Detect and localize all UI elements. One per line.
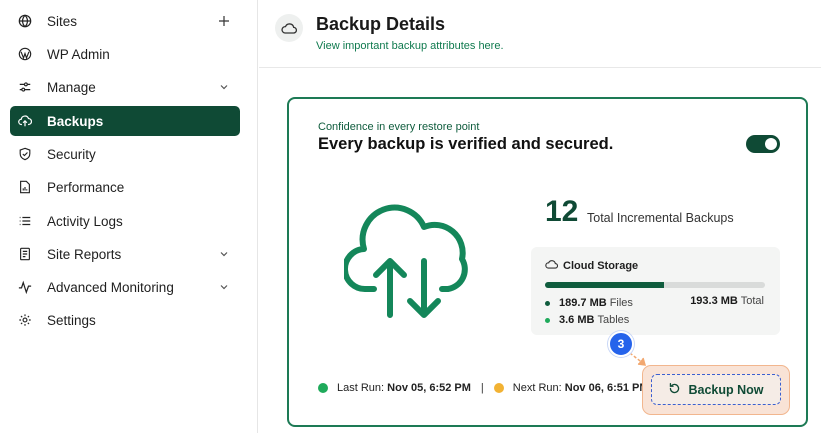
- sidebar-item-wp-admin[interactable]: WP Admin: [10, 39, 240, 69]
- storage-usage-fill: [545, 282, 664, 288]
- report-icon: [17, 246, 33, 262]
- sidebar-item-settings[interactable]: Settings: [10, 305, 240, 335]
- files-value: 189.7 MB: [559, 297, 607, 309]
- sidebar-item-label: Backups: [47, 113, 104, 129]
- files-dot: [545, 300, 550, 306]
- tables-row: 3.6 MB Tables: [545, 314, 629, 326]
- total-label: Total: [740, 295, 764, 307]
- shield-icon: [17, 146, 33, 162]
- verification-toggle[interactable]: [746, 135, 780, 153]
- backup-now-label: Backup Now: [688, 382, 764, 397]
- wordpress-icon: [17, 46, 33, 62]
- storage-header: Cloud Storage: [545, 259, 638, 272]
- cloud-sync-icon: [344, 204, 468, 318]
- card-tagline: Confidence in every restore point: [318, 121, 480, 133]
- incremental-count: 12: [545, 195, 579, 228]
- last-run-label: Last Run:: [337, 382, 385, 394]
- page-title: Backup Details: [316, 14, 446, 34]
- toggle-knob: [765, 138, 777, 150]
- sidebar-item-label: Settings: [47, 312, 96, 328]
- sidebar-item-backups[interactable]: Backups: [10, 106, 240, 136]
- incremental-label: Total Incremental Backups: [587, 211, 734, 225]
- chevron-down-icon: [216, 246, 232, 262]
- backup-now-highlight: Backup Now: [642, 365, 790, 415]
- pulse-icon: [17, 279, 33, 295]
- backup-now-button[interactable]: Backup Now: [651, 374, 781, 405]
- tables-label: Tables: [597, 314, 630, 326]
- cloud-upload-icon: [17, 113, 33, 129]
- storage-usage-bar: [545, 282, 765, 288]
- sidebar-item-performance[interactable]: Performance: [10, 172, 240, 202]
- last-run-dot: [318, 383, 328, 393]
- files-label: Files: [609, 297, 633, 309]
- chevron-down-icon: [216, 79, 232, 95]
- plus-icon[interactable]: [216, 13, 232, 29]
- cloud-icon: [545, 259, 563, 272]
- sliders-icon: [17, 79, 33, 95]
- sidebar-item-label: Advanced Monitoring: [47, 279, 174, 295]
- total-value: 193.3 MB: [690, 295, 738, 307]
- run-schedule: Last Run: Nov 05, 6:52 PM | Next Run: No…: [318, 382, 649, 394]
- sidebar-item-site-reports[interactable]: Site Reports: [10, 239, 240, 269]
- sidebar-item-label: Site Reports: [47, 246, 122, 262]
- files-row: 189.7 MB Files: [545, 297, 633, 309]
- next-run-dot: [493, 383, 504, 393]
- document-chart-icon: [17, 179, 33, 195]
- backup-card: Confidence in every restore point Every …: [287, 97, 808, 427]
- chevron-down-icon: [216, 279, 232, 295]
- next-run-label: Next Run:: [512, 382, 562, 394]
- refresh-icon: [668, 382, 688, 398]
- list-icon: [17, 213, 33, 229]
- sidebar-item-label: Performance: [47, 179, 125, 195]
- tables-value: 3.6 MB: [559, 314, 595, 326]
- storage-title: Cloud Storage: [563, 259, 639, 272]
- tables-dot: [545, 317, 550, 323]
- last-run-value: Nov 05, 6:52 PM: [387, 382, 471, 394]
- sidebar-item-label: Security: [47, 146, 96, 162]
- globe-icon: [17, 13, 33, 29]
- page-header: Backup Details View important backup att…: [259, 0, 821, 68]
- sidebar-item-label: WP Admin: [47, 46, 110, 62]
- gear-icon: [17, 312, 33, 328]
- step-badge: 3: [608, 331, 634, 357]
- sidebar: Sites WP Admin Manage Backups Security P…: [0, 0, 258, 433]
- sidebar-item-security[interactable]: Security: [10, 139, 240, 169]
- sidebar-item-label: Sites: [47, 13, 78, 29]
- sidebar-item-manage[interactable]: Manage: [10, 72, 240, 102]
- sidebar-item-label: Manage: [47, 79, 96, 95]
- cloud-storage-panel: Cloud Storage 189.7 MB Files 3.6 MB Tabl…: [531, 247, 780, 335]
- next-run-value: Nov 06, 6:51 PM: [564, 382, 649, 394]
- card-headline: Every backup is verified and secured.: [318, 135, 614, 153]
- sidebar-item-activity-logs[interactable]: Activity Logs: [10, 206, 240, 236]
- page-subtitle: View important backup attributes here.: [316, 40, 504, 52]
- sidebar-item-advanced-monitoring[interactable]: Advanced Monitoring: [10, 272, 240, 302]
- storage-total: 193.3 MB Total: [690, 295, 764, 307]
- sidebar-item-label: Activity Logs: [47, 213, 123, 229]
- cloud-icon: [275, 14, 303, 42]
- divider: |: [480, 382, 484, 394]
- sidebar-item-sites[interactable]: Sites: [10, 6, 240, 36]
